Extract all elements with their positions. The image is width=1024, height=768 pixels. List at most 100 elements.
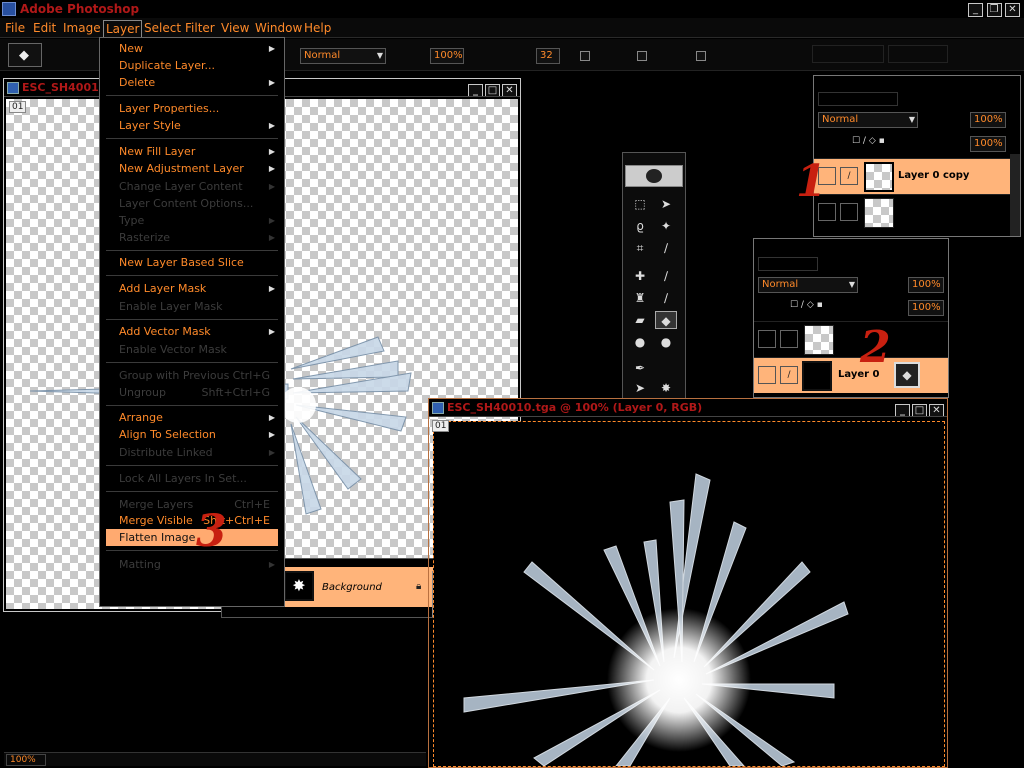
brush-link-icon[interactable]: ∕ — [780, 366, 798, 384]
document-window-front: ESC_SH40010.tga @ 100% (Layer 0, RGB) _ □… — [428, 398, 948, 768]
menu-item-add-vector-mask[interactable]: Add Vector Mask ▶ — [106, 323, 278, 340]
layers-opacity-field[interactable]: 100% — [970, 112, 1006, 128]
tool-preset-picker[interactable]: ◆ — [8, 43, 42, 67]
anti-aliased-checkbox[interactable] — [580, 51, 590, 61]
layer-thumbnail[interactable] — [864, 198, 894, 228]
eraser-tool-icon[interactable]: ▰ — [629, 311, 651, 329]
tolerance-field[interactable]: 32 — [536, 48, 560, 64]
zoom-level-field[interactable]: 100% — [6, 754, 46, 766]
blend-mode-select[interactable]: Normal ▼ — [300, 48, 386, 64]
layers-tab[interactable] — [818, 92, 898, 106]
layer-name[interactable]: Layer 0 copy — [898, 169, 969, 183]
tool-presets-palette-well[interactable] — [888, 45, 948, 63]
menu-item-delete[interactable]: Delete ▶ — [106, 74, 278, 91]
path-selection-tool-icon[interactable]: ➤ — [629, 379, 651, 397]
background-thumbnail[interactable]: ✸ — [284, 571, 314, 601]
layer-thumbnail[interactable] — [804, 325, 834, 355]
brush-tool-icon[interactable]: ∕ — [655, 267, 677, 285]
lasso-tool-icon[interactable]: ϱ — [629, 217, 651, 235]
menu-item-new[interactable]: New ▶ — [106, 40, 278, 57]
move-tool-icon[interactable]: ➤ — [655, 195, 677, 213]
black-canvas[interactable]: 01 — [432, 420, 945, 767]
use-all-layers-checkbox[interactable] — [696, 51, 706, 61]
menu-image[interactable]: Image — [63, 20, 101, 36]
layer-thumbnail[interactable] — [864, 162, 894, 192]
layer-row-layer0-copy[interactable]: ∕ Layer 0 copy — [814, 158, 1020, 194]
layer-row-layer0[interactable] — [814, 194, 1020, 230]
menu-item-merge-visible[interactable]: Merge Visible Shft+Ctrl+E — [106, 512, 278, 529]
menu-select[interactable]: Select — [144, 20, 181, 36]
menu-bar: File Edit Image Layer Select Filter View… — [0, 18, 1024, 38]
menu-item-arrange[interactable]: Arrange ▶ — [106, 409, 278, 426]
custom-shape-tool-icon[interactable]: ✸ — [655, 379, 677, 397]
menu-help[interactable]: Help — [304, 20, 331, 36]
maximize-icon[interactable]: □ — [485, 84, 500, 96]
close-icon[interactable]: ✕ — [929, 404, 944, 416]
menu-item-duplicate-layer[interactable]: Duplicate Layer... — [106, 57, 278, 74]
layers-tab[interactable] — [758, 257, 818, 271]
menu-filter[interactable]: Filter — [185, 20, 215, 36]
restore-icon[interactable]: ❐ — [986, 3, 1002, 17]
layers-fill-field[interactable]: 100% — [970, 136, 1006, 152]
status-bar: 100% — [4, 752, 426, 766]
dodge-tool-icon[interactable]: ● — [655, 333, 677, 351]
layers-fill-field[interactable]: 100% — [908, 300, 944, 316]
menu-edit[interactable]: Edit — [33, 20, 56, 36]
visibility-toggle[interactable] — [758, 366, 776, 384]
close-icon[interactable]: ✕ — [502, 84, 517, 96]
link-toggle[interactable] — [780, 330, 798, 348]
menu-item-add-layer-mask[interactable]: Add Layer Mask ▶ — [106, 280, 278, 297]
menu-item-layer-properties[interactable]: Layer Properties... — [106, 100, 278, 117]
menu-item-new-adjustment-layer[interactable]: New Adjustment Layer ▶ — [106, 160, 278, 177]
menu-file[interactable]: File — [5, 20, 25, 36]
marquee-tool-icon[interactable]: ⬚ — [629, 195, 651, 213]
toolbox-header-logo[interactable] — [625, 165, 683, 187]
slice-tool-icon[interactable]: ∕ — [655, 239, 677, 257]
minimize-icon[interactable]: _ — [968, 3, 983, 17]
layers-opacity-field[interactable]: 100% — [908, 277, 944, 293]
layers-panel-top: Normal ▼ 100% 100% ☐ ∕ ◇ ▪ ∕ Layer 0 copy — [813, 75, 1021, 237]
menu-separator — [106, 405, 278, 406]
layers-scrollbar[interactable] — [1010, 154, 1020, 236]
layers-blend-mode-select[interactable]: Normal ▼ — [758, 277, 858, 293]
visibility-toggle[interactable] — [758, 330, 776, 348]
menu-item-layer-content-options: Layer Content Options... — [119, 197, 254, 210]
healing-brush-tool-icon[interactable]: ✚ — [629, 267, 651, 285]
layer-thumbnail[interactable] — [802, 361, 832, 391]
lock-icons[interactable]: ☐ ∕ ◇ ▪ — [790, 300, 850, 314]
minimize-icon[interactable]: _ — [468, 84, 483, 96]
brush-link-icon[interactable]: ∕ — [840, 167, 858, 185]
layers-blend-mode-select[interactable]: Normal ▼ — [818, 112, 918, 128]
close-icon[interactable]: ✕ — [1005, 3, 1020, 17]
opacity-field[interactable]: 100% — [430, 48, 464, 64]
menu-item-merge-layers: Merge Layers Ctrl+E — [119, 498, 270, 511]
lock-icons[interactable]: ☐ ∕ ◇ ▪ — [852, 136, 912, 150]
stamp-tool-icon[interactable]: ♜ — [629, 289, 651, 307]
link-toggle[interactable] — [840, 203, 858, 221]
layer-name[interactable]: Background — [322, 581, 382, 595]
minimize-icon[interactable]: _ — [895, 404, 910, 416]
menu-item-new-layer-based-slice[interactable]: New Layer Based Slice — [106, 254, 278, 271]
blur-tool-icon[interactable]: ● — [629, 333, 651, 351]
pen-tool-icon[interactable]: ✒ — [629, 359, 651, 377]
crystal-burst-artwork — [463, 473, 849, 766]
paint-bucket-tool-icon[interactable]: ◆ — [655, 311, 677, 329]
menu-item-layer-style[interactable]: Layer Style ▶ — [106, 117, 278, 134]
menu-item-new-fill-layer[interactable]: New Fill Layer ▶ — [106, 143, 278, 160]
menu-layer[interactable]: Layer — [103, 20, 143, 38]
menu-separator — [106, 275, 278, 276]
history-brush-tool-icon[interactable]: ∕ — [655, 289, 677, 307]
menu-separator — [106, 550, 278, 551]
menu-view[interactable]: View — [221, 20, 249, 36]
layer-row-layer0-copy[interactable] — [754, 321, 948, 357]
brushes-palette-well[interactable] — [812, 45, 884, 63]
layer-style-icon[interactable]: ◆ — [894, 362, 920, 388]
menu-item-align-to-selection[interactable]: Align To Selection ▶ — [106, 426, 278, 443]
contiguous-checkbox[interactable] — [637, 51, 647, 61]
layer-row-layer0[interactable]: ∕ Layer 0 ◆ — [754, 357, 948, 393]
menu-window[interactable]: Window — [255, 20, 302, 36]
crop-tool-icon[interactable]: ⌗ — [629, 239, 651, 257]
magic-wand-tool-icon[interactable]: ✦ — [655, 217, 677, 235]
maximize-icon[interactable]: □ — [912, 404, 927, 416]
menu-item-flatten-image[interactable]: Flatten Image — [106, 529, 278, 546]
